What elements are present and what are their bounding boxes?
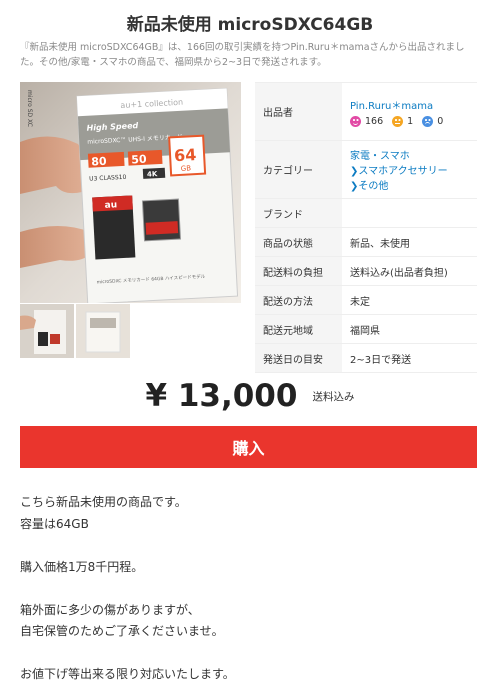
speed-read-text: 80: [91, 155, 107, 169]
category-cell: 家電・スマホ ❯スマホアクセサリー ❯その他: [342, 140, 477, 199]
item-summary: 『新品未使用 microSDXC64GB』は、166回の取引実績を持つPin.R…: [20, 42, 465, 68]
category-link-2[interactable]: ❯スマホアクセサリー: [350, 162, 476, 177]
description-line: 自宅保管のためご了承くださいませ。: [20, 624, 224, 638]
category-link-3-label: その他: [358, 181, 389, 192]
speed-write-text: 50: [131, 153, 147, 167]
main-product-photo[interactable]: au+1 collection High Speed microSDXC™ UH…: [20, 82, 241, 303]
seller-cell: Pin.Ruru＊mama 166 1 0: [342, 82, 477, 141]
thumbnail-1-image: [20, 304, 74, 358]
category-link-2-label: スマホアクセサリー: [358, 166, 448, 177]
ship-days-row: 発送日の目安 2~3日で発送: [255, 343, 477, 373]
description-blank-line: [20, 535, 480, 557]
brand-label: ブランド: [255, 198, 342, 228]
category-link-3[interactable]: ❯その他: [350, 177, 476, 192]
ship-from-row: 配送元地域 福岡県: [255, 314, 477, 344]
thumbnail-2-image: [76, 304, 130, 358]
capacity-unit-text: GB: [181, 164, 192, 173]
shipping-method-label: 配送の方法: [255, 285, 342, 315]
item-details-table: 出品者 Pin.Ruru＊mama 166 1 0 カテゴリー 家電・スマホ ❯…: [255, 82, 477, 373]
shipping-method-value: 未定: [342, 285, 477, 315]
condition-row: 商品の状態 新品、未使用: [255, 227, 477, 257]
shipping-method-row: 配送の方法 未定: [255, 285, 477, 315]
brand-row: ブランド: [255, 198, 477, 228]
au-logo-text: au: [104, 200, 117, 211]
category-row: カテゴリー 家電・スマホ ❯スマホアクセサリー ❯その他: [255, 140, 477, 199]
good-rating-icon: [350, 115, 361, 127]
page-title: 新品未使用 microSDXC64GB: [126, 15, 374, 35]
capacity-text: 64: [174, 145, 197, 165]
photo-illustration: au+1 collection High Speed microSDXC™ UH…: [20, 82, 241, 303]
shipping-fee-row: 配送料の負担 送料込み(出品者負担): [255, 256, 477, 286]
good-rating-count: 166: [365, 115, 384, 127]
description-line: 購入価格1万8千円程。: [20, 559, 144, 574]
seller-rating: 166 1 0: [350, 115, 476, 127]
shipping-included-note: 送料込み: [312, 390, 355, 403]
description-blank-line: [20, 578, 480, 600]
category-label: カテゴリー: [255, 140, 342, 199]
price-section: ¥ 13,000 送料込み: [0, 378, 500, 414]
seller-label: 出品者: [255, 82, 342, 141]
sd-label-text: micro SD XC: [26, 90, 33, 127]
normal-rating-count: 1: [407, 115, 414, 127]
ship-from-link[interactable]: 福岡県: [342, 314, 477, 344]
thumbnail-2[interactable]: [76, 304, 130, 358]
condition-value: 新品、未使用: [342, 227, 477, 257]
shipping-fee-label: 配送料の負担: [255, 256, 342, 286]
badge-4k-text: 4K: [147, 170, 158, 179]
category-link-1[interactable]: 家電・スマホ: [350, 147, 476, 162]
bad-rating-icon: [422, 115, 434, 127]
buy-button[interactable]: 購入: [20, 426, 477, 468]
ship-days-value: 2~3日で発送: [342, 343, 477, 373]
ship-from-label: 配送元地域: [255, 314, 342, 344]
description-line: 容量は64GB: [20, 516, 89, 531]
seller-name-link[interactable]: Pin.Ruru＊mama: [350, 97, 476, 112]
item-description: こちら新品未使用の商品です。 容量は64GB 購入価格1万8千円程。 箱外面に多…: [20, 492, 480, 686]
description-blank-line: [20, 643, 480, 665]
thumbnail-1[interactable]: [20, 304, 74, 358]
ship-days-label: 発送日の目安: [255, 343, 342, 373]
normal-rating-icon: [392, 115, 404, 127]
seller-row: 出品者 Pin.Ruru＊mama 166 1 0: [255, 82, 477, 141]
price-amount: ¥ 13,000: [145, 378, 298, 414]
shipping-fee-value: 送料込み(出品者負担): [342, 256, 477, 286]
description-line: こちら新品未使用の商品です。: [20, 495, 187, 509]
brand-value: [342, 198, 477, 228]
description-line: 箱外面に多少の傷がありますが、: [20, 602, 200, 617]
condition-label: 商品の状態: [255, 227, 342, 257]
bad-rating-count: 0: [437, 115, 444, 127]
